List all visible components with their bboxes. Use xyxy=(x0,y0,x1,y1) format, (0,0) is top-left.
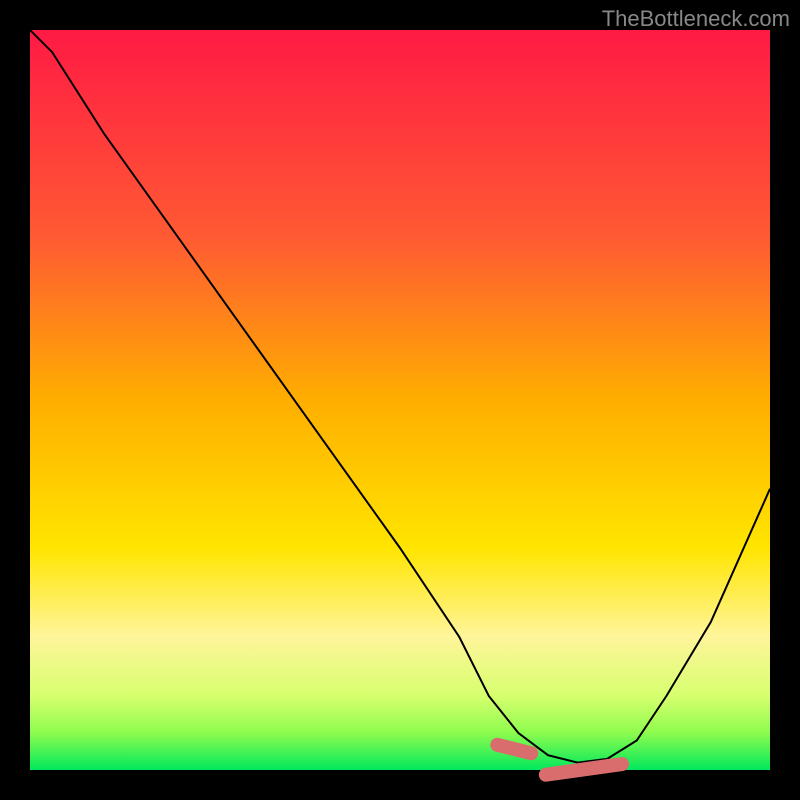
branding-watermark: TheBottleneck.com xyxy=(602,6,790,32)
bottleneck-curve xyxy=(30,30,770,770)
chart-container xyxy=(30,30,770,770)
